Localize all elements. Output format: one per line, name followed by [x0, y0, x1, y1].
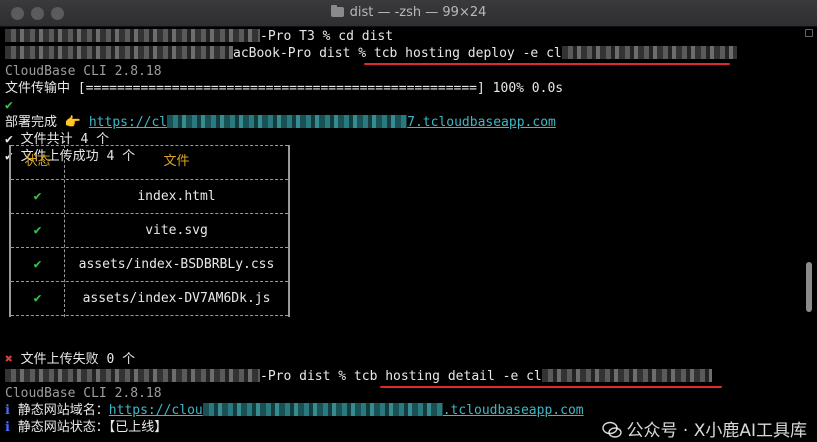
table-header-status: 状态: [24, 154, 51, 169]
site-domain-line: ℹ 静态网站域名：https://clou .tcloudbaseapp.com: [5, 403, 584, 418]
scroll-indicator: [805, 29, 813, 37]
redacted-text: [5, 369, 260, 382]
table-row-file: assets/index-DV7AM6Dk.js: [82, 291, 271, 306]
upload-result-table: 状态 文件 ✔ index.html ✔ vite.svg ✔ assets/i…: [9, 145, 290, 317]
progress-value: 100% 0.0s: [492, 81, 564, 96]
deploy-url-link[interactable]: https://cl 7.tcloudbaseapp.com: [89, 115, 556, 130]
progress-line: 文件传输中 [=================================…: [5, 81, 564, 96]
redacted-text: [5, 29, 260, 42]
info-icon: ℹ: [5, 420, 10, 435]
output-line-cd: -Pro T3 % cd dist: [5, 28, 393, 46]
info-icon: ℹ: [5, 403, 10, 418]
deploy-done-line: 部署完成 👉 https://cl 7.tcloudbaseapp.com: [5, 115, 556, 130]
output-line-detail-command: -Pro dist % tcb hosting detail -e cl: [5, 368, 712, 386]
output-line-deploy-command: acBook-Pro dist % tcb hosting deploy -e …: [5, 45, 737, 63]
redacted-text: [202, 403, 443, 416]
annotation-underline: [364, 63, 730, 65]
wechat-icon: [602, 421, 623, 438]
table-row-file: vite.svg: [145, 223, 208, 238]
check-icon: ✔: [5, 98, 13, 113]
table-row-status: ✔: [33, 291, 42, 306]
table-row-file: index.html: [137, 189, 216, 204]
cli-version: CloudBase CLI 2.8.18: [5, 386, 162, 401]
redacted-text: [167, 115, 408, 128]
pointing-hand-icon: 👉: [64, 115, 82, 130]
files-failed-line: ✖ 文件上传失败 0 个: [5, 352, 136, 367]
title-bar: dist — -zsh — 99×24: [0, 0, 817, 27]
folder-icon: [330, 5, 344, 17]
table-row-status: ✔: [33, 189, 42, 204]
cli-version: CloudBase CLI 2.8.18: [5, 64, 162, 79]
table-row-status: ✔: [33, 257, 42, 272]
redacted-text: [5, 46, 233, 59]
terminal-window: dist — -zsh — 99×24 -Pro T3 % cd dist ac…: [0, 0, 817, 442]
site-status-line: ℹ 静态网站状态：【已上线】: [5, 420, 168, 435]
watermark: 公众号 · X小鹿AI工具库: [581, 398, 807, 441]
redacted-text: [561, 46, 737, 59]
error-icon: ✖: [5, 352, 13, 367]
table-row-status: ✔: [33, 223, 42, 238]
table-row-file: assets/index-BSDBRBLy.css: [78, 257, 275, 272]
window-title: dist — -zsh — 99×24: [0, 5, 817, 20]
progress-bar: [=======================================…: [77, 81, 485, 96]
scrollbar[interactable]: [803, 27, 815, 442]
terminal-output[interactable]: -Pro T3 % cd dist acBook-Pro dist % tcb …: [0, 27, 800, 442]
table-header-file: 文件: [163, 154, 190, 169]
annotation-underline: [380, 386, 722, 388]
site-domain-link[interactable]: https://clou .tcloudbaseapp.com: [109, 403, 584, 418]
scroll-thumb[interactable]: [806, 262, 812, 312]
redacted-text: [541, 369, 712, 382]
